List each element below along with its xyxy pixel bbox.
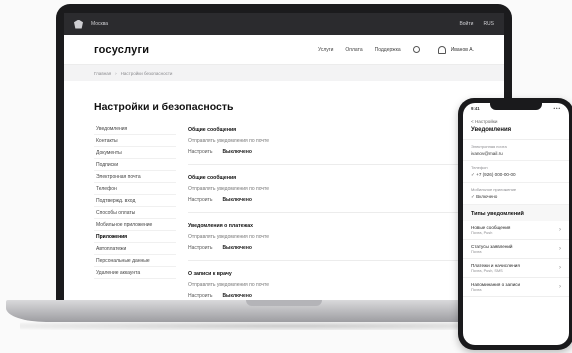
section-subtitle: Отправлять уведомления по почте [188, 234, 270, 240]
section-subtitle: Отправлять уведомления по почте [188, 282, 270, 288]
list-item[interactable]: Платежи и начисления Почта, Push, SMS › [463, 259, 569, 278]
sidebar-item[interactable]: Удаление аккаунта [94, 267, 176, 279]
channel-label[interactable]: Настроить [188, 149, 212, 155]
bell-icon[interactable] [437, 45, 446, 54]
contact-check[interactable]: +7 (926) 000-00-00 [471, 172, 561, 178]
sidebar-item[interactable]: Документы [94, 147, 176, 159]
list-item-title: Статусы заявлений [471, 244, 513, 249]
emblem-icon [74, 19, 83, 29]
section-subtitle: Отправлять уведомления по почте [188, 138, 270, 144]
settings-content: Уведомления Контакты Документы Подписки … [64, 123, 504, 300]
chevron-right-icon: › [559, 227, 561, 233]
region-select[interactable]: Москва [91, 21, 108, 27]
sidebar-item[interactable]: Контакты [94, 135, 176, 147]
channel-label[interactable]: Настроить [188, 245, 212, 251]
channel-row: Настроить Выключено [188, 293, 474, 299]
sidebar-item[interactable]: Способы оплаты [94, 207, 176, 219]
channel-value[interactable]: Выключено [222, 245, 251, 251]
list-item-subtitle: Почта [471, 250, 482, 254]
channel-value[interactable]: Выключено [222, 149, 251, 155]
chevron-right-icon: › [559, 284, 561, 290]
top-bar: Москва Войти RUS [64, 13, 504, 35]
contact-block: Электронная почта ivanov@mail.ru [463, 140, 569, 161]
main-nav: Услуги Оплата Поддержка [318, 46, 420, 53]
list-item-title: Новые сообщения [471, 225, 511, 230]
breadcrumb-item[interactable]: Главная [94, 71, 111, 76]
status-time: 9:41 [471, 105, 480, 111]
list-item-subtitle: Почта, Push, SMS [471, 269, 503, 273]
chevron-right-icon: › [559, 246, 561, 252]
channel-value[interactable]: Выключено [222, 197, 251, 203]
contact-label: Электронная почта [471, 144, 507, 149]
sidebar-item[interactable]: Подписки [94, 159, 176, 171]
notification-section: Общие сообщения Отправлять уведомления п… [188, 171, 474, 213]
sidebar-item[interactable]: Подтвержд. вход [94, 195, 176, 207]
breadcrumb: Главная › Настройки безопасности [64, 65, 504, 81]
list-item[interactable]: Напоминания о записи Почта › [463, 278, 569, 297]
channel-label[interactable]: Настроить [188, 293, 212, 299]
section-title: Общие сообщения [188, 127, 237, 133]
back-link[interactable]: < Настройки [463, 113, 569, 126]
signal-icon: ••• [553, 105, 561, 111]
search-icon[interactable] [412, 46, 420, 53]
channel-row: Настроить Выключено [188, 149, 474, 155]
device-mockup: Москва Войти RUS госуслуги Услуги Оплата… [0, 0, 572, 353]
user-name[interactable]: Иванов А. [451, 47, 474, 53]
sidebar-item[interactable]: Телефон [94, 183, 176, 195]
settings-sidebar: Уведомления Контакты Документы Подписки … [94, 123, 176, 300]
nav-item-services[interactable]: Услуги [318, 47, 333, 53]
channel-row: Настроить Выключено [188, 197, 474, 203]
list-item-subtitle: Почта [471, 288, 482, 292]
site-logo[interactable]: госуслуги [94, 44, 149, 56]
sidebar-item[interactable]: Автоплатежи [94, 243, 176, 255]
list-item-title: Напоминания о записи [471, 282, 521, 287]
nav-item-payment[interactable]: Оплата [345, 47, 362, 53]
list-item-title: Платежи и начисления [471, 263, 520, 268]
list-item[interactable]: Новые сообщения Почта, Push › [463, 221, 569, 240]
notification-section: О записи к врачу Отправлять уведомления … [188, 267, 474, 300]
phone-title: Уведомления [463, 126, 569, 140]
section-title: О записи к врачу [188, 271, 232, 277]
sidebar-item[interactable]: Мобильное приложение [94, 219, 176, 231]
section-title: Общие сообщения [188, 175, 237, 181]
channel-value[interactable]: Выключено [222, 293, 251, 299]
notification-section: Уведомления о платежах Отправлять уведом… [188, 219, 474, 261]
laptop-screen: Москва Войти RUS госуслуги Услуги Оплата… [64, 13, 504, 300]
site-header: госуслуги Услуги Оплата Поддержка Иванов… [64, 35, 504, 65]
login-link[interactable]: Войти [459, 21, 473, 27]
chevron-right-icon: › [559, 265, 561, 271]
sidebar-item[interactable]: Уведомления [94, 123, 176, 135]
list-item[interactable]: Статусы заявлений Почта › [463, 240, 569, 259]
breadcrumb-separator: › [115, 70, 117, 76]
contact-block: Мобильное приложение Включено [463, 183, 569, 205]
nav-item-support[interactable]: Поддержка [375, 47, 401, 53]
phone-notch [490, 103, 542, 110]
contact-label: Телефон [471, 165, 488, 170]
user-menu[interactable]: Иванов А. [437, 45, 474, 54]
contact-value: ivanov@mail.ru [471, 151, 503, 156]
page-title: Настройки и безопасность [94, 101, 234, 113]
section-subtitle: Отправлять уведомления по почте [188, 186, 270, 192]
channel-row: Настроить Выключено [188, 245, 474, 251]
phone-section-title: Типы уведомлений [463, 205, 569, 221]
list-item-subtitle: Почта, Push [471, 231, 493, 235]
settings-main: Общие сообщения Отправлять уведомления п… [176, 123, 474, 300]
phone-screen: 9:41 ••• < Настройки Уведомления Электро… [463, 103, 569, 345]
sidebar-item-active[interactable]: Приложения [94, 231, 176, 243]
breadcrumb-item: Настройки безопасности [120, 70, 173, 76]
contact-check[interactable]: Включено [471, 194, 561, 200]
sidebar-item[interactable]: Электронная почта [94, 171, 176, 183]
notification-section: Общие сообщения Отправлять уведомления п… [188, 123, 474, 165]
sidebar-item[interactable]: Персональные данные [94, 255, 176, 267]
channel-label[interactable]: Настроить [188, 197, 212, 203]
section-title: Уведомления о платежах [188, 223, 253, 229]
language-select[interactable]: RUS [483, 21, 494, 27]
contact-block: Телефон +7 (926) 000-00-00 [463, 161, 569, 183]
contact-label: Мобильное приложение [471, 187, 517, 192]
laptop-notch [246, 300, 322, 306]
